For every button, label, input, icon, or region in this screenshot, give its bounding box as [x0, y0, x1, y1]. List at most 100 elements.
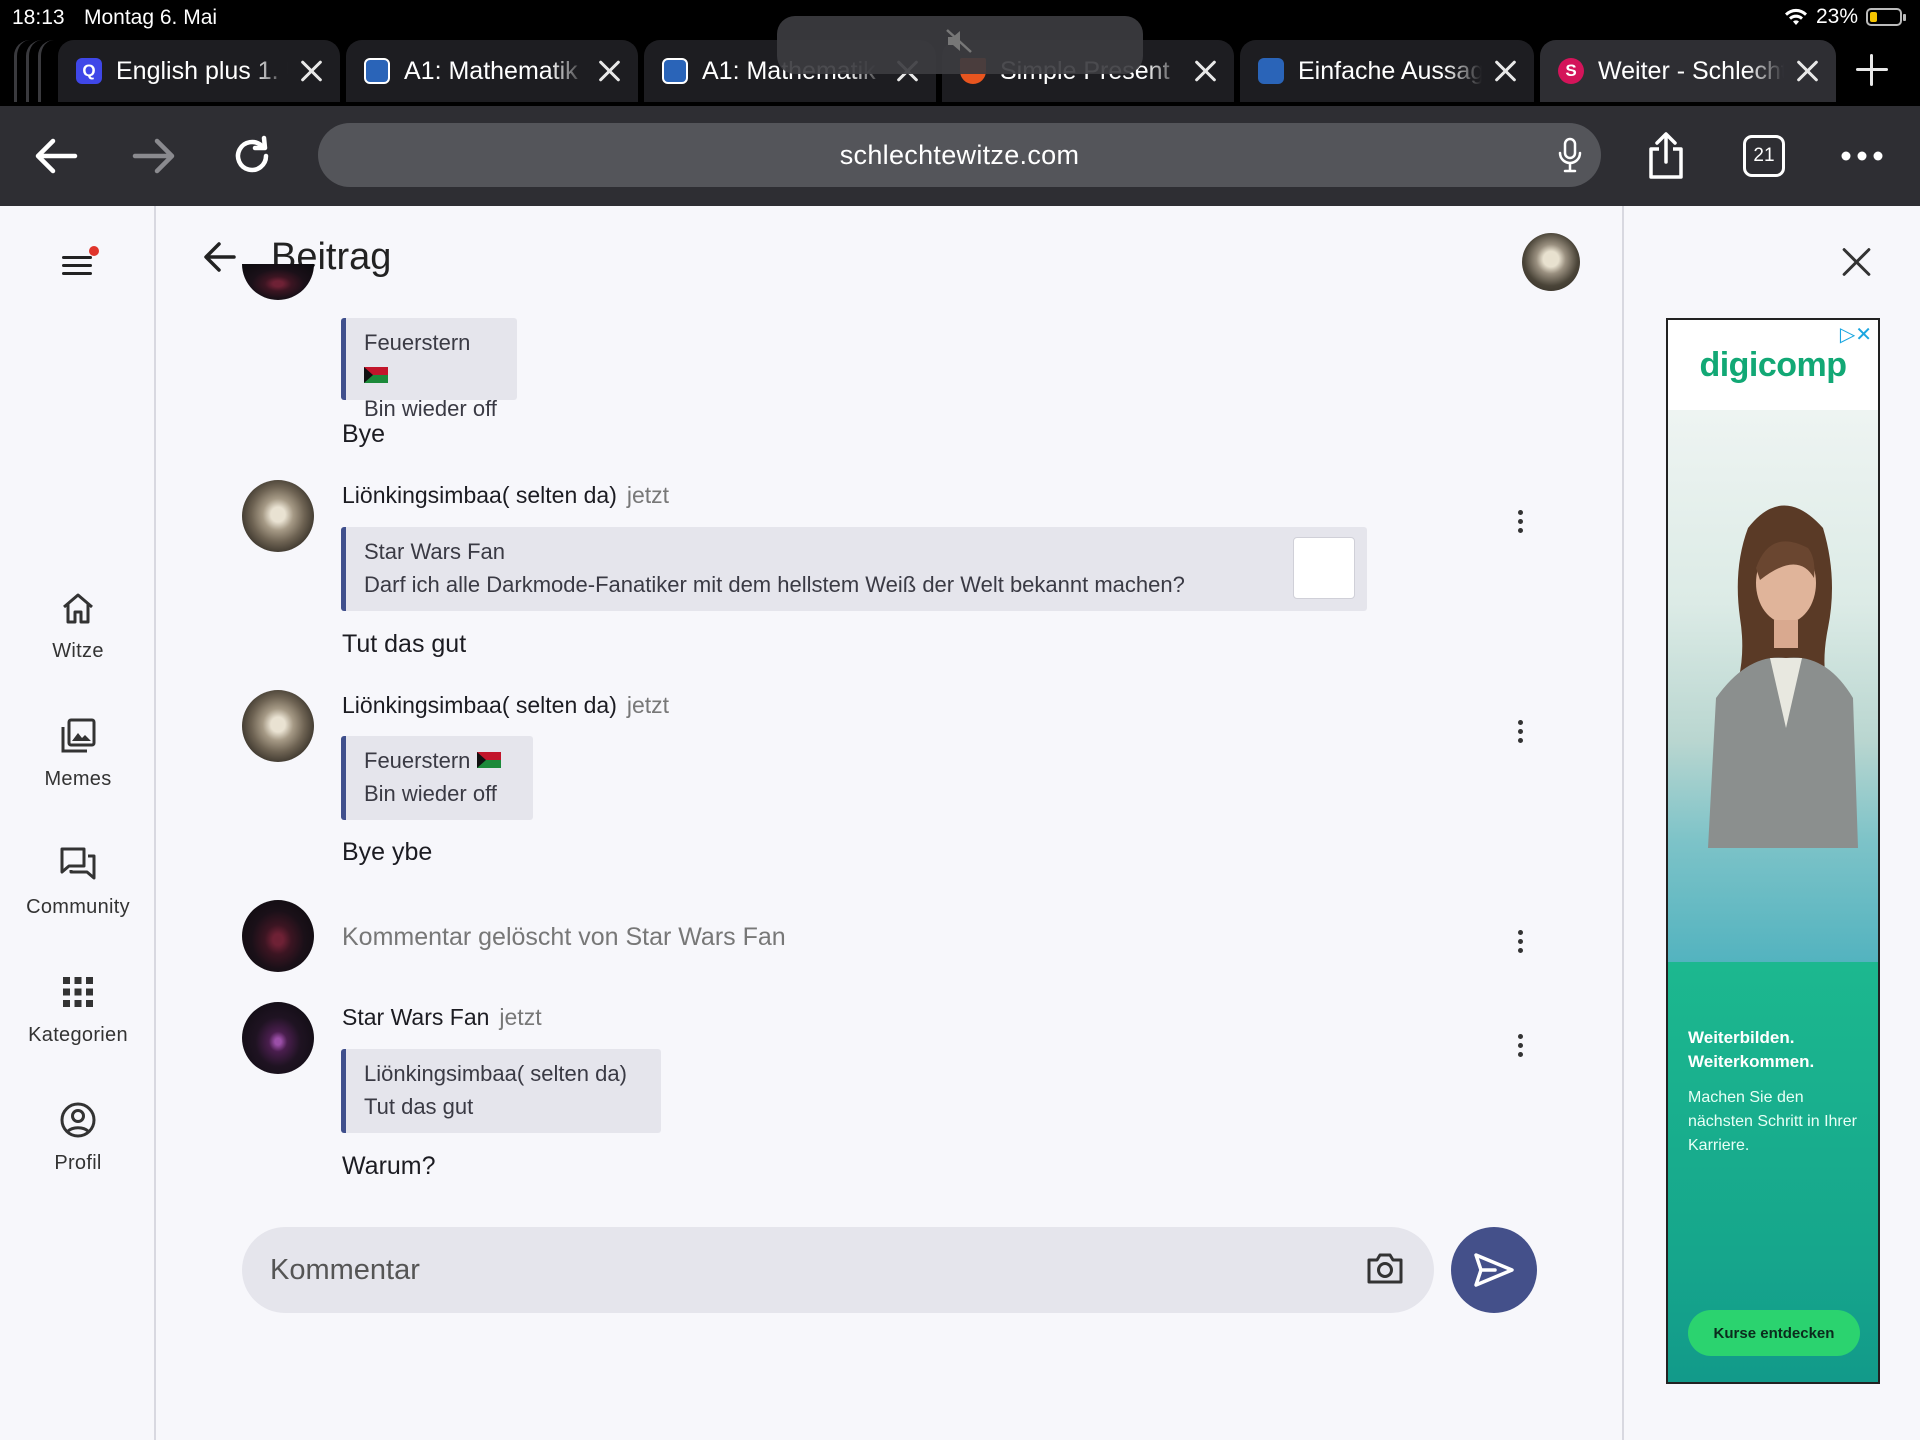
comment-author[interactable]: Liönkingsimbaa( selten da)	[342, 482, 617, 508]
reload-icon	[235, 135, 269, 173]
flag-icon	[476, 752, 501, 768]
nav-label: Profil	[54, 1152, 102, 1174]
comment-header: Liönkingsimbaa( selten da) jetzt	[342, 692, 669, 719]
browser-tab[interactable]: Einfache Aussage	[1240, 40, 1534, 102]
nav-item-profil[interactable]: Profil	[0, 1100, 156, 1175]
tab-favicon-icon	[662, 58, 688, 84]
quote-author: Feuerstern	[364, 748, 471, 773]
deleted-comment-text: Kommentar gelöscht von Star Wars Fan	[342, 923, 786, 951]
browser-tab-active[interactable]: S Weiter - Schlechte Witze	[1540, 40, 1836, 102]
comment-time: jetzt	[626, 482, 670, 508]
ad-subtext: Machen Sie den nächsten Schritt in Ihrer…	[1688, 1089, 1857, 1154]
status-indicators: 23%	[1784, 5, 1906, 29]
tab-title: Einfache Aussage	[1298, 56, 1482, 85]
battery-percent: 23%	[1815, 5, 1858, 28]
arrow-right-icon	[132, 138, 175, 174]
close-tab-icon[interactable]	[1792, 56, 1822, 86]
comment-input[interactable]	[270, 1227, 1350, 1313]
tab-favicon-icon	[364, 58, 390, 84]
close-tab-icon[interactable]	[1190, 56, 1220, 86]
browser-tab[interactable]: Q English plus 1. Unit	[58, 40, 340, 102]
share-button[interactable]	[1638, 128, 1694, 184]
more-horizontal-icon	[1841, 151, 1883, 161]
avatar[interactable]	[242, 1002, 314, 1074]
flag-icon	[364, 367, 388, 383]
quote-image-thumbnail[interactable]	[1293, 537, 1355, 599]
quote-text: Tut das gut	[364, 1094, 474, 1119]
microphone-icon[interactable]	[1557, 137, 1583, 173]
nav-label: Memes	[44, 768, 112, 790]
comment-author[interactable]: Star Wars Fan	[342, 1004, 489, 1030]
tab-favicon-icon: S	[1558, 58, 1584, 84]
comment-menu-button[interactable]	[1516, 1032, 1524, 1060]
date: Montag 6. Mai	[84, 6, 218, 29]
nav-label: Community	[26, 896, 130, 918]
quoted-comment: Star Wars Fan Darf ich alle Darkmode-Fan…	[341, 527, 1367, 611]
woman-photo-illustration	[1708, 505, 1858, 848]
avatar[interactable]	[242, 900, 314, 972]
ad-cta-button[interactable]: Kurse entdecken	[1688, 1310, 1860, 1356]
back-arrow-icon[interactable]	[203, 241, 237, 273]
advertisement[interactable]: ▷✕ digicomp Weiterbilden. Weiterkommen. M…	[1666, 318, 1880, 1384]
nav-item-kategorien[interactable]: Kategorien	[0, 972, 156, 1047]
close-tab-icon[interactable]	[1490, 56, 1520, 86]
url-bar[interactable]: schlechtewitze.com	[318, 123, 1601, 187]
avatar[interactable]	[242, 480, 314, 552]
battery-icon	[1866, 8, 1906, 26]
comment-menu-button[interactable]	[1516, 508, 1524, 536]
sidebar-nav: Witze Memes Community Kategorien Profil	[0, 206, 156, 1440]
camera-icon[interactable]	[1366, 1251, 1404, 1285]
tab-switcher-button[interactable]: 21	[1736, 128, 1792, 184]
send-icon	[1474, 1253, 1514, 1287]
comment-text: Tut das gut	[342, 630, 467, 658]
account-circle-icon	[60, 1102, 96, 1138]
new-tab-plus-icon[interactable]	[1854, 52, 1890, 88]
comment-author[interactable]: Liönkingsimbaa( selten da)	[342, 692, 617, 718]
nav-item-memes[interactable]: Memes	[0, 716, 156, 791]
comment-header: Star Wars Fan jetzt	[342, 1004, 542, 1031]
ad-image	[1668, 410, 1878, 962]
share-icon	[1649, 132, 1683, 179]
tab-title: Weiter - Schlechte Witze	[1598, 56, 1784, 85]
arrow-left-icon	[35, 138, 78, 174]
avatar[interactable]	[242, 690, 314, 762]
ad-rail: ▷✕ digicomp Weiterbilden. Weiterkommen. M…	[1622, 206, 1920, 1440]
quoted-comment: Feuerstern Bin wieder off	[341, 318, 517, 421]
tab-favicon-icon	[1258, 58, 1284, 84]
tab-count: 21	[1743, 135, 1785, 177]
ad-choices-icon[interactable]: ▷✕	[1840, 322, 1872, 347]
back-button[interactable]	[28, 128, 84, 184]
home-icon	[63, 593, 93, 624]
tab-stack-indicator	[14, 40, 58, 102]
comment-header: Liönkingsimbaa( selten da) jetzt	[342, 482, 669, 509]
forum-icon	[60, 847, 96, 880]
close-icon[interactable]	[1841, 246, 1873, 278]
hamburger-menu-button[interactable]	[58, 246, 99, 282]
browser-tab[interactable]: A1: Mathematik	[346, 40, 638, 102]
grid-icon	[63, 977, 93, 1007]
page-header: Beitrag	[158, 206, 1622, 306]
ad-text-panel: Weiterbilden. Weiterkommen. Machen Sie de…	[1668, 962, 1878, 1382]
tab-title: English plus 1. Unit	[116, 56, 288, 85]
nav-item-witze[interactable]: Witze	[0, 588, 156, 663]
send-button[interactable]	[1451, 1227, 1537, 1313]
mute-indicator	[777, 16, 1143, 74]
quote-author: Liönkingsimbaa( selten da)	[364, 1061, 627, 1086]
main-content: Beitrag Feuerstern Bin wieder off Bye Li…	[158, 206, 1622, 1440]
comment-time: jetzt	[499, 1004, 542, 1030]
quote-author: Star Wars Fan	[364, 539, 505, 564]
speaker-muted-icon	[946, 29, 972, 53]
forward-button[interactable]	[126, 128, 182, 184]
reload-button[interactable]	[224, 128, 280, 184]
notification-dot	[89, 246, 99, 256]
comment-menu-button[interactable]	[1516, 928, 1524, 956]
nav-item-community[interactable]: Community	[0, 844, 156, 919]
nav-label: Kategorien	[28, 1024, 128, 1046]
close-tab-icon[interactable]	[296, 56, 326, 86]
more-menu-button[interactable]	[1834, 128, 1890, 184]
close-tab-icon[interactable]	[594, 56, 624, 86]
comment-menu-button[interactable]	[1516, 718, 1524, 746]
user-avatar[interactable]	[1522, 233, 1580, 291]
ad-brand-logo: digicomp	[1699, 346, 1847, 384]
comment-text: Warum?	[342, 1152, 436, 1180]
